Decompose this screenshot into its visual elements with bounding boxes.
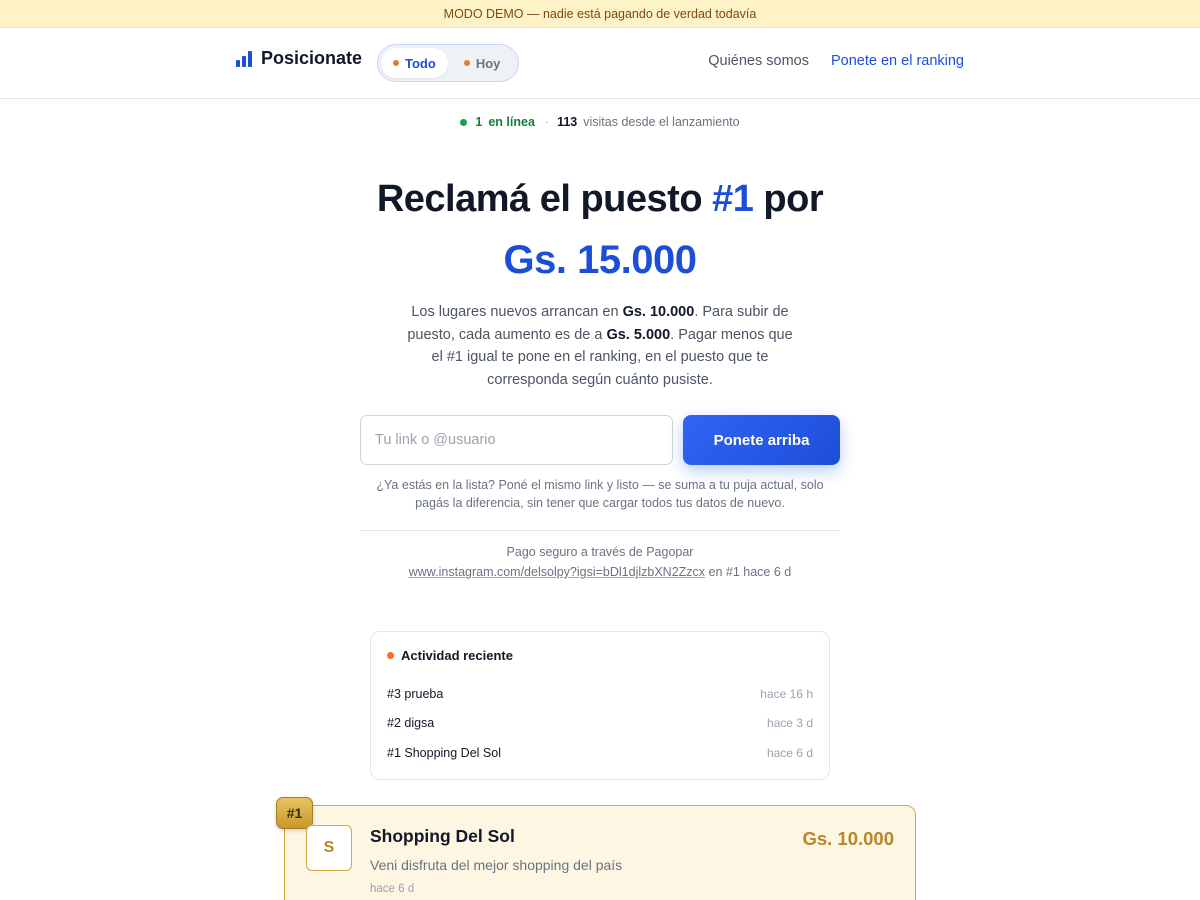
visits-count: 113	[557, 115, 578, 129]
activity-dot-icon	[387, 652, 394, 659]
desc-text: Los lugares nuevos arrancan en	[411, 304, 623, 320]
visits-label: visitas desde el lanzamiento	[583, 115, 740, 129]
tab-dot-icon	[393, 60, 399, 66]
recent-top-note: www.instagram.com/delsolpy?igsi=bDl1djlz…	[0, 565, 1200, 579]
bar-chart-icon	[236, 50, 252, 67]
activity-item-time: hace 3 d	[766, 716, 813, 731]
tab-dot-icon	[463, 60, 470, 66]
hero-title-prefix: Reclamá el puesto	[376, 178, 713, 220]
tab-label: Hoy	[475, 55, 501, 71]
activity-item-time: hace 16 h	[760, 686, 813, 701]
demo-banner: MODO DEMO — nadie está pagando de verdad…	[0, 0, 1200, 28]
hero-title: Reclamá el puesto #1 por	[0, 178, 1200, 221]
tab-label: Todo	[405, 55, 436, 71]
demo-banner-text: MODO DEMO — nadie está pagando de verdad…	[443, 6, 757, 21]
desc-step-price: Gs. 5.000	[606, 326, 671, 343]
recent-top-suffix: en #1 hace 6 d	[705, 565, 792, 579]
hero-title-rank: #1	[712, 178, 754, 220]
activity-item: #1 Shopping Del Sol hace 6 d	[387, 738, 813, 768]
secure-payment-note: Pago seguro a través de Pagopar	[506, 545, 694, 559]
activity-header: Actividad reciente	[387, 648, 813, 663]
brand-logo[interactable]: Posicionate	[236, 48, 362, 69]
tab-todo[interactable]: Todo	[381, 48, 448, 78]
online-label: en línea	[488, 115, 535, 129]
entry-price: Gs. 10.000	[802, 828, 894, 849]
entry-name: Shopping Del Sol	[370, 826, 515, 846]
stats-separator: ·	[544, 115, 550, 129]
activity-item-time: hace 6 d	[766, 745, 813, 760]
activity-title: Actividad reciente	[401, 648, 513, 663]
hero-price: Gs. 15.000	[503, 238, 697, 282]
tab-hoy[interactable]: Hoy	[452, 48, 513, 78]
nav-ranking-link[interactable]: Ponete en el ranking	[831, 53, 964, 69]
hero-description: Los lugares nuevos arrancan en Gs. 10.00…	[405, 301, 795, 391]
entry-time: hace 6 d	[370, 883, 415, 895]
avatar: S	[306, 825, 352, 871]
nav-about-link[interactable]: Quiénes somos	[708, 53, 809, 69]
online-stats: 1 en línea · 113 visitas desde el lanzam…	[0, 115, 1200, 129]
online-dot-icon	[460, 118, 468, 126]
activity-item: #3 prueba hace 16 h	[387, 679, 813, 709]
time-filter-tabs: Todo Hoy	[377, 44, 519, 82]
divider	[360, 530, 840, 531]
entry-description: Veni disfruta del mejor shopping del paí…	[370, 857, 623, 873]
link-input[interactable]	[360, 415, 673, 465]
recent-top-link[interactable]: www.instagram.com/delsolpy?igsi=bDl1djlz…	[409, 565, 705, 579]
desc-min-price: Gs. 10.000	[622, 304, 695, 320]
rank-badge: #1	[276, 797, 313, 829]
online-count: 1	[475, 115, 483, 129]
activity-item-name: #2 digsa	[387, 716, 435, 731]
ponete-arriba-button[interactable]: Ponete arriba	[683, 415, 840, 465]
hero-title-suffix: por	[753, 178, 824, 220]
brand-name: Posicionate	[261, 48, 363, 68]
header: Posicionate Todo Hoy Quiénes somos Ponet…	[0, 28, 1200, 99]
activity-item-name: #3 prueba	[387, 686, 444, 701]
activity-item-name: #1 Shopping Del Sol	[387, 745, 501, 760]
form-hint: ¿Ya estás en la lista? Poné el mismo lin…	[376, 478, 824, 510]
top-nav: Quiénes somos Ponete en el ranking	[708, 53, 964, 69]
activity-card: Actividad reciente #3 prueba hace 16 h #…	[370, 631, 830, 780]
activity-item: #2 digsa hace 3 d	[387, 709, 813, 739]
